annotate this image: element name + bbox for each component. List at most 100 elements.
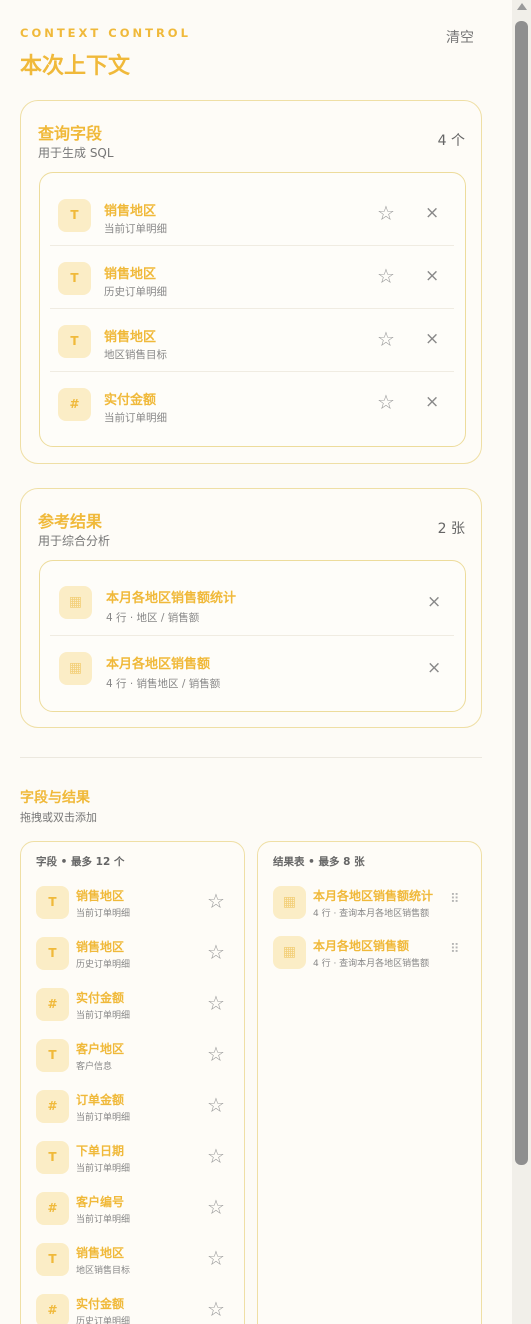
field-source: 当前订单明细 [104,412,167,424]
number-type-icon: # [36,1192,69,1225]
list-item[interactable]: T 销售地区 历史订单明细 ☆ × [50,246,454,309]
tables-header: 结果表 • 最多 8 张 [273,856,365,868]
draggable-field[interactable]: # 实付金额 历史订单明细 ☆ [36,1294,236,1324]
number-type-icon: # [36,988,69,1021]
close-icon[interactable]: × [425,203,439,223]
star-icon[interactable]: ☆ [207,1093,225,1117]
clear-button[interactable]: 清空 [446,27,474,47]
star-icon[interactable]: ☆ [377,264,395,288]
page-title: 本次上下文 [20,54,131,79]
field-source: 当前订单明细 [76,1113,131,1123]
draggable-field[interactable]: T 销售地区 地区销售目标 ☆ [36,1243,236,1285]
reference-results-section: 参考结果 用于综合分析 2 张 ▦ 本月各地区销售额统计 4 行 · 地区 / … [20,488,482,728]
field-source: 当前订单明细 [76,1011,131,1021]
field-source: 当前订单明细 [76,1215,131,1225]
draggable-field[interactable]: T 销售地区 历史订单明细 ☆ [36,937,236,979]
star-icon[interactable]: ☆ [377,390,395,414]
field-name: 订单金额 [76,1093,125,1107]
field-source: 历史订单明细 [76,960,131,970]
section-subtitle: 用于生成 SQL [38,146,114,160]
query-field-list[interactable]: T 销售地区 当前订单明细 ☆ × T 销售地区 历史订单明细 ☆ × T 销售… [39,172,466,447]
field-name: 销售地区 [104,204,157,219]
star-icon[interactable]: ☆ [207,991,225,1015]
draggable-field[interactable]: # 实付金额 当前订单明细 ☆ [36,988,236,1030]
text-type-icon: T [58,325,91,358]
number-type-icon: # [36,1090,69,1123]
section-title: 查询字段 [38,124,103,143]
scroll-thumb[interactable] [515,21,528,1165]
field-count: 4 个 [437,133,465,149]
number-type-icon: # [58,388,91,421]
drag-handle-icon[interactable]: ⠿ [450,892,459,907]
text-type-icon: T [36,1243,69,1276]
field-name: 销售地区 [76,940,125,954]
close-icon[interactable]: × [427,658,441,678]
field-name: 实付金额 [104,393,157,408]
library-title: 字段与结果 [20,790,90,806]
table-icon: ▦ [273,936,306,969]
table-icon: ▦ [59,652,92,685]
star-icon[interactable]: ☆ [377,201,395,225]
text-type-icon: T [36,937,69,970]
section-title: 参考结果 [38,512,103,531]
draggable-field[interactable]: T 下单日期 当前订单明细 ☆ [36,1141,236,1183]
field-source: 地区销售目标 [76,1266,131,1276]
result-meta: 4 行 · 销售地区 / 销售额 [106,678,221,690]
table-meta: 4 行 · 查询本月各地区销售额 [313,959,430,969]
star-icon[interactable]: ☆ [207,1144,225,1168]
star-icon[interactable]: ☆ [207,889,225,913]
text-type-icon: T [36,1141,69,1174]
result-name: 本月各地区销售额 [106,657,211,672]
star-icon[interactable]: ☆ [207,1246,225,1270]
field-source: 历史订单明细 [104,286,167,298]
table-name: 本月各地区销售额统计 [313,889,434,903]
text-type-icon: T [58,262,91,295]
field-library: 字段 • 最多 12 个 T 销售地区 当前订单明细 ☆ T 销售地区 历史订单… [20,841,245,1324]
list-item[interactable]: # 实付金额 当前订单明细 ☆ × [50,372,454,435]
result-table-library: 结果表 • 最多 8 张 ▦ 本月各地区销售额统计 4 行 · 查询本月各地区销… [257,841,482,1324]
field-name: 下单日期 [76,1144,125,1158]
vertical-scrollbar[interactable] [512,0,531,1324]
divider [20,757,482,758]
draggable-table[interactable]: ▦ 本月各地区销售额统计 4 行 · 查询本月各地区销售额 ⠿ [273,886,473,928]
draggable-field[interactable]: T 销售地区 当前订单明细 ☆ [36,886,236,928]
star-icon[interactable]: ☆ [207,1195,225,1219]
field-source: 当前订单明细 [76,1164,131,1174]
text-type-icon: T [36,1039,69,1072]
list-item[interactable]: T 销售地区 地区销售目标 ☆ × [50,309,454,372]
draggable-table[interactable]: ▦ 本月各地区销售额 4 行 · 查询本月各地区销售额 ⠿ [273,936,473,978]
list-item[interactable]: T 销售地区 当前订单明细 ☆ × [50,183,454,246]
section-subtitle: 用于综合分析 [38,534,111,548]
star-icon[interactable]: ☆ [377,327,395,351]
reference-result-list[interactable]: ▦ 本月各地区销售额统计 4 行 · 地区 / 销售额 × ▦ 本月各地区销售额… [39,560,466,712]
fields-header: 字段 • 最多 12 个 [36,856,125,868]
field-name: 客户地区 [76,1042,125,1056]
draggable-field[interactable]: # 客户编号 当前订单明细 ☆ [36,1192,236,1234]
query-fields-section: 查询字段 用于生成 SQL 4 个 T 销售地区 当前订单明细 ☆ × T 销售… [20,100,482,464]
field-name: 销售地区 [104,330,157,345]
field-name: 实付金额 [76,1297,125,1311]
table-meta: 4 行 · 查询本月各地区销售额 [313,909,430,919]
result-meta: 4 行 · 地区 / 销售额 [106,612,200,624]
star-icon[interactable]: ☆ [207,940,225,964]
close-icon[interactable]: × [427,592,441,612]
table-name: 本月各地区销售额 [313,939,410,953]
list-item[interactable]: ▦ 本月各地区销售额统计 4 行 · 地区 / 销售额 × [50,570,454,636]
scroll-up-icon[interactable] [517,3,527,10]
drag-handle-icon[interactable]: ⠿ [450,942,459,957]
star-icon[interactable]: ☆ [207,1297,225,1321]
field-source: 地区销售目标 [104,349,167,361]
draggable-field[interactable]: T 客户地区 客户信息 ☆ [36,1039,236,1081]
close-icon[interactable]: × [425,266,439,286]
table-icon: ▦ [59,586,92,619]
context-panel: CONTEXT CONTROL 本次上下文 清空 查询字段 用于生成 SQL 4… [0,0,512,1324]
star-icon[interactable]: ☆ [207,1042,225,1066]
close-icon[interactable]: × [425,392,439,412]
eyebrow-label: CONTEXT CONTROL [20,26,191,40]
result-name: 本月各地区销售额统计 [106,591,237,606]
draggable-field[interactable]: # 订单金额 当前订单明细 ☆ [36,1090,236,1132]
list-item[interactable]: ▦ 本月各地区销售额 4 行 · 销售地区 / 销售额 × [50,636,454,702]
close-icon[interactable]: × [425,329,439,349]
field-name: 实付金额 [76,991,125,1005]
field-source: 历史订单明细 [76,1317,131,1324]
